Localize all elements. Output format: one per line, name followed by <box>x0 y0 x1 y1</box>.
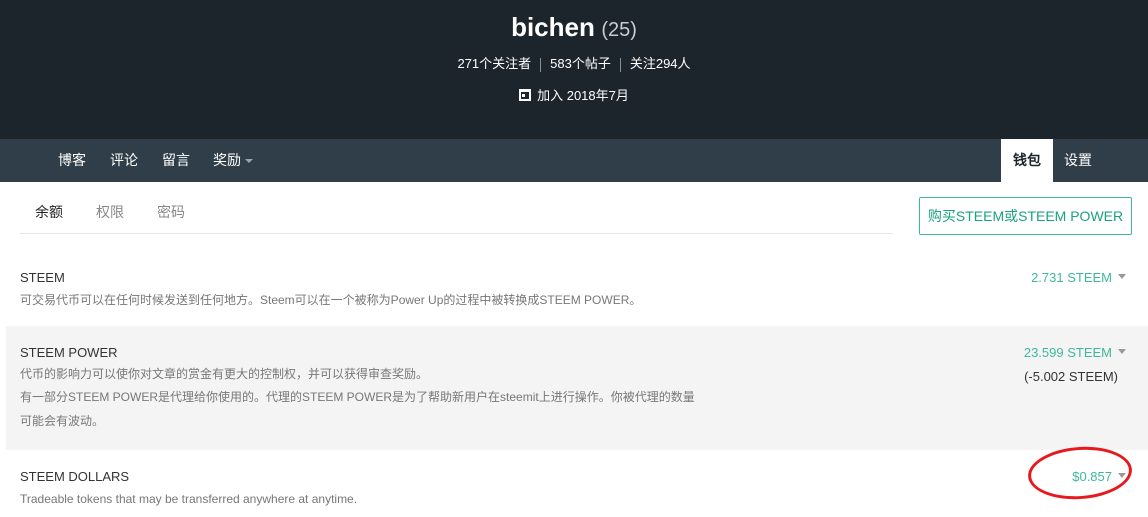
chevron-down-icon <box>1118 274 1126 279</box>
tab-blog[interactable]: 博客 <box>58 139 86 182</box>
profile-name: bichen (25) <box>0 12 1148 43</box>
buy-steem-button[interactable]: 购买STEEM或STEEM POWER <box>919 197 1132 235</box>
divider <box>540 57 542 72</box>
divider <box>619 57 621 72</box>
tab-wallet[interactable]: 钱包 <box>1001 139 1053 182</box>
balance-description: Tradeable tokens that may be transferred… <box>20 492 358 506</box>
steem-power-amount: 23.599 STEEM <box>1023 345 1112 360</box>
balance-description: 可能会有波动。 <box>20 414 105 428</box>
profile-header: bichen (25) 271个关注者 583个帖子 关注294人 加入 2018年… <box>0 0 1148 139</box>
balance-description: 可交易代币可以在任何时候发送到任何地方。Steem可以在一个被称为Power U… <box>20 293 642 307</box>
profile-nav: 博客 评论 留言 奖励 钱包 设置 <box>0 139 1148 182</box>
balance-row-steem-power: STEEM POWER 代币的影响力可以使你对文章的赏金有更大的控制权，并可以获… <box>6 326 1148 450</box>
subtab-balance[interactable]: 余额 <box>35 202 63 222</box>
balance-row-steem-dollars: STEEM DOLLARS Tradeable tokens that may … <box>6 455 1148 517</box>
subtab-permissions[interactable]: 权限 <box>96 202 124 222</box>
posts-count[interactable]: 583个帖子 <box>550 56 611 71</box>
profile-stats: 271个关注者 583个帖子 关注294人 <box>0 53 1148 72</box>
joined-date: 加入 2018年7月 <box>0 85 1148 104</box>
joined-text: 加入 2018年7月 <box>537 88 629 103</box>
reputation-score: (25) <box>601 19 637 41</box>
tab-replies[interactable]: 留言 <box>162 139 190 182</box>
tab-comments[interactable]: 评论 <box>110 139 138 182</box>
wallet-subtabs: 余额 权限 密码 <box>20 192 893 234</box>
balance-row-steem: STEEM 可交易代币可以在任何时候发送到任何地方。Steem可以在一个被称为P… <box>6 255 1148 325</box>
followers-count[interactable]: 271个关注者 <box>457 56 531 71</box>
tab-rewards-label: 奖励 <box>213 152 241 168</box>
steem-amount: 2.731 STEEM <box>1031 270 1112 285</box>
tab-settings[interactable]: 设置 <box>1064 139 1092 182</box>
delegated-steem-power: (-5.002 STEEM) <box>1024 369 1118 384</box>
balance-title: STEEM DOLLARS <box>20 469 130 484</box>
chevron-down-icon <box>245 159 253 163</box>
tab-rewards[interactable]: 奖励 <box>213 139 253 182</box>
username: bichen <box>511 12 595 42</box>
calendar-icon <box>519 89 532 101</box>
following-count[interactable]: 关注294人 <box>630 56 691 71</box>
subtab-password[interactable]: 密码 <box>157 202 185 222</box>
balance-title: STEEM <box>20 270 65 285</box>
steem-power-amount-dropdown[interactable]: 23.599 STEEM <box>1024 345 1126 360</box>
chevron-down-icon <box>1118 349 1126 354</box>
balance-description: 代币的影响力可以使你对文章的赏金有更大的控制权，并可以获得审查奖励。 <box>20 367 429 381</box>
balance-title: STEEM POWER <box>20 345 118 360</box>
steem-amount-dropdown[interactable]: 2.731 STEEM <box>1031 270 1126 285</box>
balance-description: 有一部分STEEM POWER是代理给你使用的。代理的STEEM POWER是为… <box>20 390 695 404</box>
